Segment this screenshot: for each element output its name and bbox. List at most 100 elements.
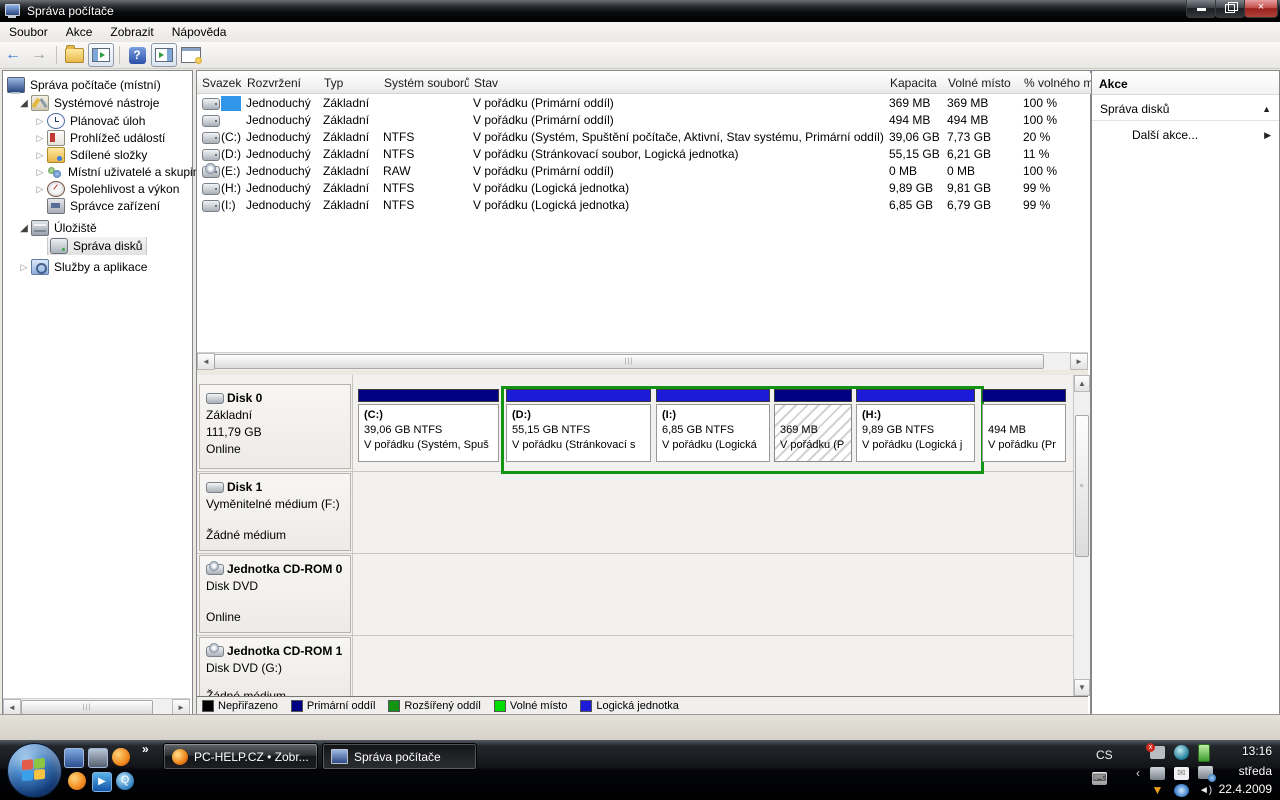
graphical-view-vertical-scrollbar[interactable]: ▲ ≡ ▼ bbox=[1073, 375, 1090, 696]
cdrom1-info-cell[interactable]: Jednotka CD-ROM 1 Disk DVD (G:) Žádné mé… bbox=[199, 637, 351, 696]
scroll-thumb[interactable]: ≡ bbox=[1075, 415, 1089, 557]
tree-item-prohlizec-udalosti[interactable]: ▷ Prohlížeč událostí bbox=[3, 129, 218, 147]
help-button[interactable]: ? bbox=[125, 44, 149, 66]
action-pane-toggle-button[interactable] bbox=[151, 43, 177, 67]
start-button[interactable] bbox=[7, 743, 62, 798]
tree-item-sdilene-slozky[interactable]: ▷ Sdílené složky bbox=[3, 146, 218, 164]
column-header-pct-volneho[interactable]: % volného m bbox=[1019, 73, 1094, 94]
wireless-icon[interactable] bbox=[1174, 784, 1189, 797]
volume-row-c[interactable]: (C:) Jednoduchý Základní NTFS V pořádku … bbox=[197, 129, 1073, 146]
action-group-sprava-disku[interactable]: Správa disků ▲ bbox=[1092, 97, 1279, 121]
quick-launch-switcher-icon[interactable] bbox=[64, 748, 84, 768]
clock-date[interactable]: 22.4.2009 bbox=[1219, 782, 1272, 796]
scroll-down-arrow[interactable]: ▼ bbox=[1074, 679, 1090, 696]
scroll-thumb[interactable]: ||| bbox=[214, 354, 1044, 369]
menu-napoveda[interactable]: Nápověda bbox=[163, 22, 236, 42]
partition-494mb[interactable]: 494 MB V pořádku (Pr bbox=[982, 389, 1066, 465]
tree-item-spravce-zarizeni[interactable]: Správce zařízení bbox=[3, 197, 218, 215]
volume-muted-icon[interactable]: x bbox=[1150, 746, 1165, 759]
volume-row-d[interactable]: (D:) Jednoduchý Základní NTFS V pořádku … bbox=[197, 146, 1073, 163]
tree-item-systemove-nastroje[interactable]: ◢ Systémové nástroje bbox=[3, 94, 202, 112]
menu-akce[interactable]: Akce bbox=[57, 22, 102, 42]
speaker-icon[interactable]: ◄) bbox=[1198, 784, 1213, 797]
volume-row-i[interactable]: (I:) Jednoduchý Základní NTFS V pořádku … bbox=[197, 197, 1073, 214]
close-button[interactable]: × bbox=[1244, 0, 1278, 18]
column-header-volne-misto[interactable]: Volné místo bbox=[943, 73, 1025, 94]
volume-row-h[interactable]: (H:) Jednoduchý Základní NTFS V pořádku … bbox=[197, 180, 1073, 197]
disk-name: Disk 0 bbox=[227, 391, 262, 405]
tree-item-planovac-uloh[interactable]: ▷ Plánovač úloh bbox=[3, 112, 218, 130]
cdrom0-info-cell[interactable]: Jednotka CD-ROM 0 Disk DVD Online bbox=[199, 555, 351, 633]
clock-day[interactable]: středa bbox=[1239, 764, 1272, 778]
collapse-group-icon[interactable]: ▲ bbox=[1262, 97, 1271, 121]
column-header-rozvrzeni[interactable]: Rozvržení bbox=[242, 73, 325, 94]
tray-chevron-icon[interactable]: ‹ bbox=[1136, 766, 1140, 780]
back-button[interactable]: ← bbox=[1, 44, 25, 66]
media-agent-icon[interactable] bbox=[1174, 745, 1189, 760]
disk0-info-cell[interactable]: Disk 0 Základní 111,79 GB Online bbox=[199, 384, 351, 469]
tree-item-sluzby-aplikace[interactable]: ▷ Služby a aplikace bbox=[3, 258, 202, 276]
collapse-arrow-icon[interactable]: ◢ bbox=[17, 98, 31, 109]
column-header-system-souboru[interactable]: Systém souborů bbox=[379, 73, 475, 94]
restore-button[interactable] bbox=[1215, 0, 1245, 18]
partition-d[interactable]: (D:) 55,15 GB NTFS V pořádku (Stránkovac… bbox=[506, 389, 651, 465]
cdrom-drive-icon bbox=[206, 564, 224, 575]
column-header-svazek[interactable]: Svazek bbox=[197, 73, 248, 94]
scroll-right-arrow[interactable]: ► bbox=[1070, 353, 1088, 370]
collapse-arrow-icon[interactable]: ◢ bbox=[17, 223, 31, 234]
quick-launch-firefox2-icon[interactable] bbox=[68, 772, 86, 790]
disk1-info-cell[interactable]: Disk 1 Vyměnitelné médium (F:) Žádné méd… bbox=[199, 473, 351, 551]
quick-launch-media-player-icon[interactable]: ▶ bbox=[92, 772, 112, 792]
mail-icon[interactable]: ✉ bbox=[1174, 767, 1189, 780]
disk-description: Disk DVD bbox=[206, 579, 344, 593]
tree-item-sprava-pocitace[interactable]: Správa počítače (místní) bbox=[3, 76, 192, 94]
tree-item-spolehlivost-vykon[interactable]: ▷ Spolehlivost a výkon bbox=[3, 180, 218, 198]
partition-i[interactable]: (I:) 6,85 GB NTFS V pořádku (Logická bbox=[656, 389, 770, 465]
console-options-button[interactable] bbox=[179, 44, 203, 66]
volume-row-494mb[interactable]: Jednoduchý Základní V pořádku (Primární … bbox=[197, 112, 1073, 129]
expand-arrow-icon[interactable]: ▷ bbox=[17, 262, 31, 273]
column-header-stav[interactable]: Stav bbox=[469, 73, 891, 94]
expand-arrow-icon[interactable]: ▷ bbox=[33, 184, 47, 195]
expand-arrow-icon[interactable]: ▷ bbox=[33, 167, 47, 178]
quick-launch-quicktime-icon[interactable]: Q bbox=[116, 772, 134, 790]
expand-arrow-icon[interactable]: ▷ bbox=[33, 133, 47, 144]
keyboard-icon[interactable]: ⌨ bbox=[1092, 772, 1107, 785]
action-dalsi-akce[interactable]: Další akce... ▶ bbox=[1092, 123, 1279, 147]
console-tree-toggle-button[interactable] bbox=[88, 43, 114, 67]
storage-icon bbox=[31, 220, 49, 236]
tree-item-uloziste[interactable]: ◢ Úložiště bbox=[3, 219, 202, 237]
open-folder-button[interactable] bbox=[62, 44, 86, 66]
download-icon[interactable]: ▼ bbox=[1150, 784, 1165, 797]
tree-item-mistni-uzivatele[interactable]: ▷ Místní uživatelé a skupin bbox=[3, 163, 218, 181]
display-icon[interactable] bbox=[1150, 767, 1165, 780]
expand-arrow-icon[interactable]: ▷ bbox=[33, 116, 47, 127]
clock-time[interactable]: 13:16 bbox=[1242, 744, 1272, 758]
partition-h[interactable]: (H:) 9,89 GB NTFS V pořádku (Logická j bbox=[856, 389, 975, 465]
scroll-up-arrow[interactable]: ▲ bbox=[1074, 375, 1090, 392]
forward-button[interactable]: → bbox=[27, 44, 51, 66]
scroll-thumb[interactable]: ||| bbox=[21, 700, 153, 715]
tree-horizontal-scrollbar[interactable]: ◄ ||| ► bbox=[3, 698, 190, 715]
volume-list-horizontal-scrollbar[interactable]: ◄ ||| ► bbox=[197, 352, 1088, 371]
quick-launch-overflow-chevron[interactable]: » bbox=[142, 742, 149, 756]
menu-zobrazit[interactable]: Zobrazit bbox=[101, 22, 162, 42]
menu-soubor[interactable]: Soubor bbox=[0, 22, 57, 42]
task-button-firefox[interactable]: PC-HELP.CZ • Zobr... bbox=[163, 743, 318, 770]
task-button-sprava-pocitace[interactable]: Správa počítače bbox=[322, 743, 477, 770]
partition-c[interactable]: (C:) 39,06 GB NTFS V pořádku (Systém, Sp… bbox=[358, 389, 499, 465]
battery-icon[interactable] bbox=[1198, 744, 1210, 762]
partition-369mb-selected[interactable]: 369 MB V pořádku (P bbox=[774, 389, 852, 465]
expand-arrow-icon[interactable]: ▷ bbox=[33, 150, 47, 161]
tree-item-sprava-disku[interactable]: Správa disků bbox=[3, 237, 218, 255]
column-header-typ[interactable]: Typ bbox=[319, 73, 385, 94]
minimize-button[interactable] bbox=[1186, 0, 1216, 18]
column-header-kapacita[interactable]: Kapacita bbox=[885, 73, 949, 94]
quick-launch-firefox-icon[interactable] bbox=[112, 748, 130, 766]
scroll-left-arrow[interactable]: ◄ bbox=[197, 353, 215, 370]
volume-row-369mb[interactable]: Jednoduchý Základní V pořádku (Primární … bbox=[197, 95, 1073, 112]
quick-launch-show-desktop-icon[interactable] bbox=[88, 748, 108, 768]
network-icon[interactable] bbox=[1198, 766, 1213, 779]
volume-row-e[interactable]: (E:) Jednoduchý Základní RAW V pořádku (… bbox=[197, 163, 1073, 180]
language-indicator[interactable]: CS bbox=[1096, 748, 1113, 762]
